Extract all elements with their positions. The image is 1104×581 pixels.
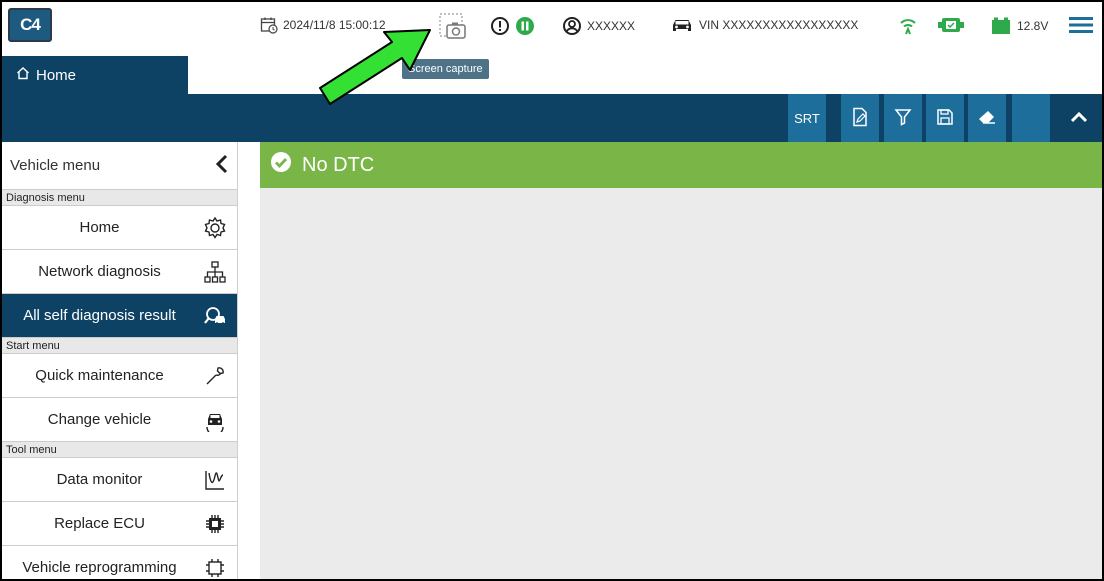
sidebar-item-label: Vehicle reprogramming bbox=[22, 559, 177, 576]
wrench-icon bbox=[203, 364, 227, 388]
filter-button[interactable] bbox=[884, 94, 922, 142]
connection-indicator bbox=[898, 16, 918, 36]
sidebar-item-all-self-diagnosis-result[interactable]: All self diagnosis result bbox=[2, 294, 237, 338]
sidebar-item-label: Home bbox=[79, 219, 120, 236]
user-name: XXXXXX bbox=[587, 19, 636, 33]
chevron-up-icon bbox=[1069, 110, 1089, 127]
screen-capture-button[interactable] bbox=[438, 12, 468, 42]
report-button[interactable] bbox=[841, 94, 879, 142]
dtc-status-text: No DTC bbox=[302, 153, 375, 176]
section-label-start: Start menu bbox=[2, 338, 237, 354]
battery-indicator: 12.8V bbox=[990, 16, 1048, 36]
erase-button[interactable] bbox=[968, 94, 1006, 142]
filter-icon bbox=[894, 108, 912, 129]
warning-icon bbox=[490, 16, 510, 36]
srt-button[interactable]: SRT bbox=[788, 94, 826, 142]
collapse-sidebar-button[interactable] bbox=[215, 154, 229, 178]
vehicle-menu-title: Vehicle menu bbox=[10, 157, 101, 174]
vci-indicator bbox=[938, 16, 964, 34]
change-vehicle-icon bbox=[203, 408, 227, 432]
check-circle-icon bbox=[270, 151, 292, 179]
wireless-signal-icon bbox=[898, 16, 918, 36]
dtc-status-bar: No DTC bbox=[260, 142, 1102, 188]
pause-status-icon bbox=[515, 16, 535, 36]
section-label-tool: Tool menu bbox=[2, 442, 237, 458]
sidebar-item-label: Replace ECU bbox=[54, 515, 145, 532]
collapse-toolbar-button[interactable] bbox=[1060, 94, 1098, 142]
vin-indicator[interactable]: VIN XXXXXXXXXXXXXXXXX bbox=[670, 16, 858, 34]
sidebar-item-replace-ecu[interactable]: Replace ECU bbox=[2, 502, 237, 546]
user-indicator[interactable]: XXXXXX bbox=[562, 16, 635, 36]
chevron-left-icon bbox=[215, 154, 229, 178]
vehicle-menu-header: Vehicle menu bbox=[2, 142, 237, 190]
network-tree-icon bbox=[203, 260, 227, 284]
calendar-clock-icon bbox=[260, 16, 278, 34]
user-icon bbox=[562, 16, 582, 36]
section-label-diagnosis: Diagnosis menu bbox=[2, 190, 237, 206]
app-window: C4 2024/11/8 15:00:12 XXXXXX VIN XXXXXXX… bbox=[0, 0, 1104, 581]
eraser-icon bbox=[977, 109, 997, 128]
tab-row: Home bbox=[2, 56, 1102, 94]
battery-icon bbox=[990, 16, 1012, 36]
dtc-result-panel bbox=[260, 188, 1102, 579]
home-icon bbox=[16, 66, 30, 84]
status-bar: C4 2024/11/8 15:00:12 XXXXXX VIN XXXXXXX… bbox=[2, 2, 1102, 54]
save-icon bbox=[936, 108, 954, 129]
tab-home[interactable]: Home bbox=[2, 56, 188, 94]
sidebar-item-vehicle-reprogramming[interactable]: Vehicle reprogramming bbox=[2, 546, 237, 579]
toolbar: SRT bbox=[2, 94, 1102, 142]
sidebar-item-data-monitor[interactable]: Data monitor bbox=[2, 458, 237, 502]
alert-indicators[interactable] bbox=[490, 16, 535, 36]
waveform-icon bbox=[203, 468, 227, 492]
sidebar-item-label: Data monitor bbox=[56, 471, 143, 488]
sidebar-item-network-diagnosis[interactable]: Network diagnosis bbox=[2, 250, 237, 294]
sidebar-item-home[interactable]: Home bbox=[2, 206, 237, 250]
sidebar-item-label: Network diagnosis bbox=[38, 263, 161, 280]
chip-icon bbox=[203, 512, 227, 536]
car-icon bbox=[670, 16, 694, 34]
sidebar-item-quick-maintenance[interactable]: Quick maintenance bbox=[2, 354, 237, 398]
srt-label: SRT bbox=[794, 110, 820, 126]
sidebar-item-label: All self diagnosis result bbox=[23, 307, 176, 324]
vehicle-menu-sidebar: Vehicle menu Diagnosis menu Home Network… bbox=[2, 142, 238, 579]
toolbar-spacer bbox=[1012, 94, 1050, 142]
main-menu-button[interactable] bbox=[1068, 14, 1094, 36]
battery-voltage: 12.8V bbox=[1017, 19, 1049, 33]
chip-outline-icon bbox=[203, 556, 227, 579]
hamburger-menu-icon bbox=[1068, 14, 1094, 36]
vin-text: VIN XXXXXXXXXXXXXXXXX bbox=[699, 18, 859, 32]
sidebar-item-label: Quick maintenance bbox=[35, 367, 164, 384]
sidebar-item-change-vehicle[interactable]: Change vehicle bbox=[2, 398, 237, 442]
sidebar-item-label: Change vehicle bbox=[47, 411, 152, 428]
vehicle-search-icon bbox=[203, 304, 227, 328]
gear-icon bbox=[203, 216, 227, 240]
app-logo: C4 bbox=[8, 8, 52, 42]
vci-device-icon bbox=[938, 16, 964, 34]
screen-capture-icon bbox=[438, 12, 468, 42]
save-button[interactable] bbox=[926, 94, 964, 142]
annotation-arrow bbox=[319, 29, 431, 105]
document-edit-icon bbox=[851, 107, 869, 130]
tab-home-label: Home bbox=[36, 66, 77, 84]
